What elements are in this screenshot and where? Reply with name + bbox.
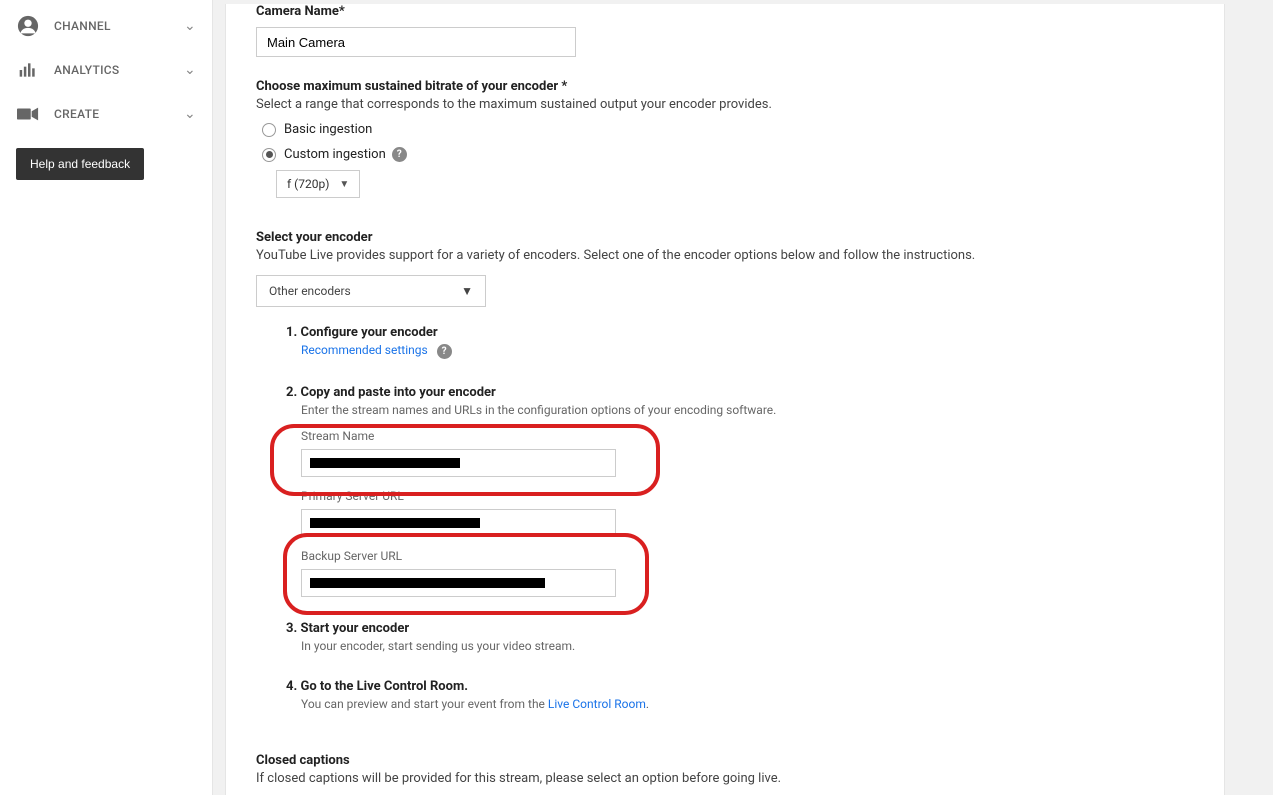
recommended-settings-link[interactable]: Recommended settings <box>301 343 428 357</box>
chevron-down-icon: ⌄ <box>184 106 196 122</box>
sidebar-item-channel[interactable]: CHANNEL ⌄ <box>0 4 212 48</box>
basic-ingestion-radio[interactable]: Basic ingestion <box>262 122 1194 137</box>
primary-url-label: Primary Server URL <box>301 489 1194 503</box>
radio-unchecked-icon <box>262 123 276 137</box>
step2-title: 2. Copy and paste into your encoder <box>286 385 1194 400</box>
chevron-down-icon: ⌄ <box>184 62 196 78</box>
step1-body: Recommended settings ? <box>301 343 1194 359</box>
step1-title: 1. Configure your encoder <box>286 325 1194 340</box>
stream-name-label: Stream Name <box>301 429 1194 443</box>
main-panel: Camera Name* Choose maximum sustained bi… <box>225 4 1225 795</box>
step4-sub-prefix: You can preview and start your event fro… <box>301 697 548 711</box>
page-root: CHANNEL ⌄ ANALYTICS ⌄ CREATE ⌄ Help and … <box>0 0 1273 795</box>
bitrate-select-value: f (720p) <box>287 177 329 191</box>
step4-title: 4. Go to the Live Control Room. <box>286 679 1194 694</box>
bitrate-sub: Select a range that corresponds to the m… <box>256 97 1194 112</box>
chevron-down-icon: ▼ <box>339 179 349 190</box>
help-icon[interactable]: ? <box>437 344 452 359</box>
camera-name-label: Camera Name* <box>256 4 1194 19</box>
step4-body: You can preview and start your event fro… <box>301 697 1194 711</box>
sidebar-item-label: CHANNEL <box>54 19 184 33</box>
help-icon[interactable]: ? <box>392 147 407 162</box>
encoder-select[interactable]: Other encoders ▼ <box>256 275 486 307</box>
help-feedback-button[interactable]: Help and feedback <box>16 148 144 180</box>
person-circle-icon <box>16 14 40 38</box>
step3-sub: In your encoder, start sending us your v… <box>301 639 1194 653</box>
custom-ingestion-label: Custom ingestion <box>284 147 386 162</box>
bitrate-select[interactable]: f (720p) ▼ <box>276 170 360 198</box>
captions-label: Closed captions <box>256 753 1194 768</box>
backup-url-label: Backup Server URL <box>301 549 1194 563</box>
sidebar-item-create[interactable]: CREATE ⌄ <box>0 92 212 136</box>
custom-ingestion-radio[interactable]: Custom ingestion ? <box>262 147 1194 162</box>
camera-name-input[interactable] <box>256 27 576 57</box>
step3-title: 3. Start your encoder <box>286 621 1194 636</box>
backup-url-input[interactable] <box>301 569 616 597</box>
live-control-room-link[interactable]: Live Control Room <box>548 697 646 711</box>
basic-ingestion-label: Basic ingestion <box>284 122 372 137</box>
bitrate-label: Choose maximum sustained bitrate of your… <box>256 79 1194 94</box>
encoder-label: Select your encoder <box>256 230 1194 245</box>
redacted-value <box>310 518 480 528</box>
analytics-icon <box>16 58 40 82</box>
primary-url-input[interactable] <box>301 509 616 537</box>
encoder-select-value: Other encoders <box>269 284 351 298</box>
sidebar-item-label: ANALYTICS <box>54 63 184 77</box>
main-wrap: Camera Name* Choose maximum sustained bi… <box>213 0 1273 795</box>
chevron-down-icon: ⌄ <box>184 18 196 34</box>
sidebar-item-label: CREATE <box>54 107 184 121</box>
redacted-value <box>310 458 460 468</box>
video-camera-icon <box>16 102 40 126</box>
chevron-down-icon: ▼ <box>461 284 473 298</box>
step2-sub: Enter the stream names and URLs in the c… <box>301 403 1194 417</box>
encoder-sub: YouTube Live provides support for a vari… <box>256 248 1194 263</box>
captions-sub: If closed captions will be provided for … <box>256 771 1194 786</box>
radio-checked-icon <box>262 148 276 162</box>
stream-name-input[interactable] <box>301 449 616 477</box>
sidebar: CHANNEL ⌄ ANALYTICS ⌄ CREATE ⌄ Help and … <box>0 0 213 795</box>
encoder-steps: 1. Configure your encoder Recommended se… <box>286 325 1194 711</box>
sidebar-item-analytics[interactable]: ANALYTICS ⌄ <box>0 48 212 92</box>
redacted-value <box>310 578 545 588</box>
